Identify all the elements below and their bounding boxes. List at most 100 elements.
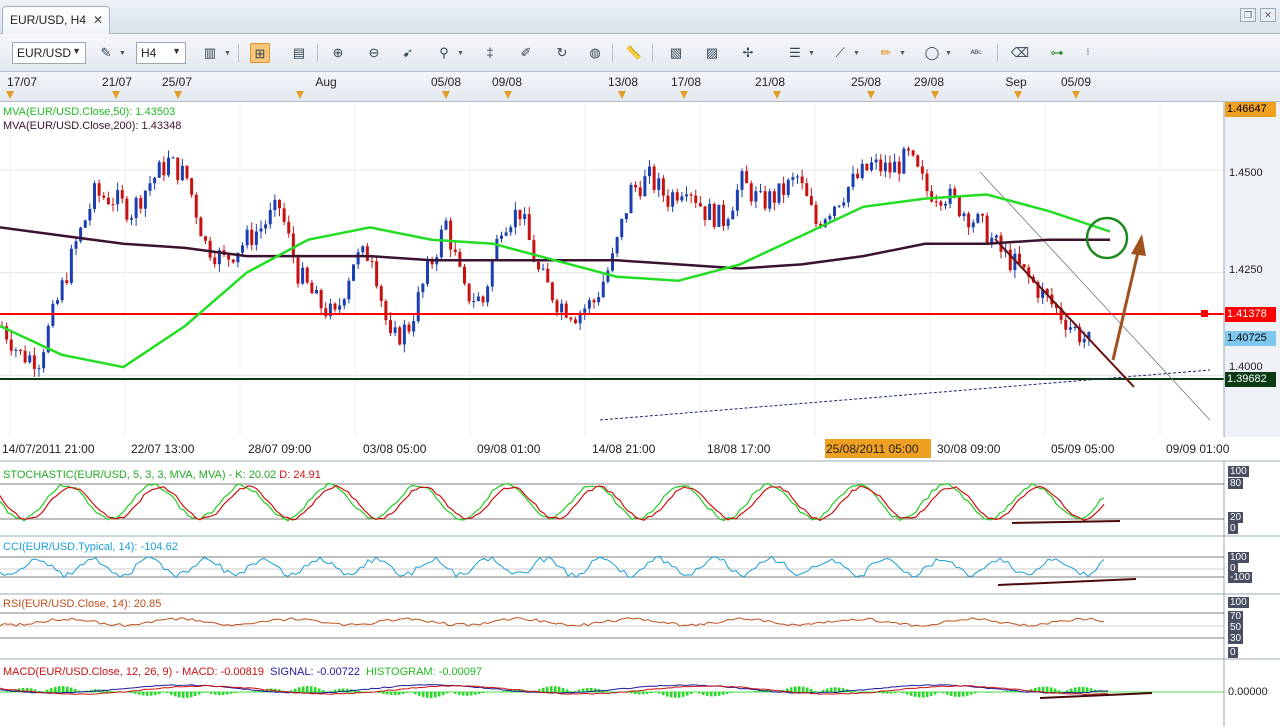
candle-body (139, 197, 143, 209)
candle-body (888, 162, 892, 173)
macd-histogram-bar (654, 692, 657, 693)
template-icon[interactable]: ▨ (702, 43, 722, 63)
macd-histogram-bar (682, 692, 685, 697)
date-marker (442, 91, 450, 99)
macd-histogram-bar (434, 692, 437, 698)
rsi-scale-label: 100 (1228, 597, 1249, 608)
macd-histogram-bar (962, 692, 965, 697)
candle-body (93, 183, 96, 209)
macd-histogram-bar (978, 692, 981, 693)
macd-legend: MACD(EUR/USD.Close, 12, 26, 9) - MACD: -… (3, 666, 482, 678)
macd-histogram-bar (934, 692, 937, 695)
macd-histogram-bar (946, 692, 949, 695)
date-label: 21/08 (754, 75, 786, 89)
chart-tab[interactable]: EUR/USD, H4 ✕ (2, 6, 110, 34)
macd-histogram-bar (438, 692, 441, 697)
chevron-down-icon: ▼ (172, 46, 181, 56)
macd-histogram-bar (722, 692, 725, 695)
object-list-icon[interactable]: ☰ (785, 43, 805, 63)
candle-body (976, 214, 980, 223)
indicator-icon[interactable]: ‡ (480, 43, 500, 63)
cci-legend: CCI(EUR/USD.Typical, 14): -104.62 (3, 541, 178, 553)
cursor-icon[interactable]: ➹ (398, 43, 418, 63)
text-tool-icon[interactable]: ᴬᴮᶜ (966, 43, 986, 63)
zoom-in-icon[interactable]: ⊕ (328, 43, 348, 63)
macd-histogram-bar (474, 692, 477, 695)
candle-body (985, 215, 989, 245)
globe-icon[interactable]: ◍ (585, 43, 605, 63)
macd-histogram-bar (894, 692, 897, 694)
close-window-icon[interactable]: ✕ (1260, 8, 1276, 22)
price-tag-current: 1.40725 (1225, 331, 1276, 346)
toolbar: EUR/USD ▼ ✎ ▼ H4 ▼ ▥ ▼ ⊞ ▤ ⊕ ⊖ ➹ ⚲ ▼ ‡ ✐… (0, 34, 1280, 72)
macd-histogram-bar (754, 690, 757, 692)
restore-icon[interactable]: ❐ (1240, 8, 1256, 22)
candle-body (759, 191, 762, 193)
data-window-icon[interactable]: ▤ (289, 43, 309, 63)
candle-body (426, 261, 429, 284)
zoom-out-icon[interactable]: ⊖ (364, 43, 384, 63)
candle-body (32, 355, 36, 369)
ruler-icon[interactable]: 📏 (624, 43, 644, 63)
macd-histogram-bar (462, 692, 465, 696)
close-icon[interactable]: ✕ (93, 13, 103, 27)
cci-pane (0, 556, 1224, 578)
timeframe-select[interactable]: H4 ▼ (136, 42, 186, 64)
crosshair-mode-icon[interactable]: ⊞ (250, 43, 270, 63)
chevron-down-icon[interactable]: ▼ (899, 50, 906, 57)
trend-line-icon[interactable]: ⟋ (830, 43, 850, 63)
candle-body (310, 282, 314, 294)
candlestick-icon[interactable]: ▥ (200, 43, 220, 63)
macd-histogram-bar (358, 690, 361, 692)
stoch-divergence-line[interactable] (1011, 520, 1121, 524)
candle-body (356, 252, 360, 265)
refresh-icon[interactable]: ↻ (552, 43, 572, 63)
chevron-down-icon[interactable]: ▼ (853, 50, 860, 57)
candle-body (527, 214, 531, 241)
chevron-down-icon[interactable]: ▼ (945, 50, 952, 57)
macd-scale-label: 0.00000 (1228, 686, 1268, 698)
macd-histogram-bar (418, 692, 421, 696)
chevron-down-icon[interactable]: ▼ (119, 50, 126, 57)
macd-histogram-bar (210, 692, 213, 694)
candle-body (615, 237, 619, 254)
ellipse-icon[interactable]: ◯ (922, 43, 942, 63)
macd-histogram-bar (862, 691, 865, 693)
macd-histogram-bar (814, 690, 817, 692)
crosshairs-icon[interactable]: ✢ (738, 43, 758, 63)
candle-body (833, 206, 836, 217)
chevron-down-icon[interactable]: ▼ (224, 50, 231, 57)
chevron-down-icon[interactable]: ▼ (457, 50, 464, 57)
macd-histogram-bar (1078, 686, 1081, 692)
macd-histogram-bar (834, 687, 837, 692)
macd-histogram-bar (66, 686, 69, 692)
candle-body (375, 261, 379, 287)
macd-histogram-bar (658, 692, 661, 694)
macd-histogram-bar (610, 691, 613, 693)
edit-icon[interactable]: ✐ (516, 43, 536, 63)
macd-histogram-bar (854, 691, 857, 692)
chart-type-icon[interactable]: ✎ (96, 43, 116, 63)
time-label: 03/08 05:00 (363, 442, 427, 456)
time-label: 05/09 05:00 (1051, 442, 1115, 456)
candle-body (171, 157, 175, 159)
network-icon[interactable]: ⊶ (1047, 43, 1067, 63)
resistance-handle[interactable] (1201, 310, 1208, 317)
chevron-down-icon[interactable]: ▼ (808, 50, 815, 57)
macd-histogram-bar (306, 686, 309, 692)
chart-canvas[interactable] (0, 102, 1280, 727)
macd-histogram-bar (650, 692, 653, 694)
candle-body (421, 283, 425, 293)
macd-histogram-bar (706, 692, 709, 696)
symbol-select[interactable]: EUR/USD ▼ (12, 42, 86, 64)
candle-body (837, 205, 841, 207)
chart-tab-title: EUR/USD, H4 (10, 13, 87, 27)
more-tools-icon[interactable]: ⁝ (1078, 43, 1098, 63)
magnifier-icon[interactable]: ⚲ (434, 43, 454, 63)
macd-histogram-bar (334, 689, 337, 692)
cci-divergence-line[interactable] (997, 578, 1137, 586)
candle-body (624, 213, 628, 219)
pen-icon[interactable]: ✏ (876, 43, 896, 63)
eraser-icon[interactable]: ⌫ (1010, 43, 1030, 63)
picture-icon[interactable]: ▧ (666, 43, 686, 63)
